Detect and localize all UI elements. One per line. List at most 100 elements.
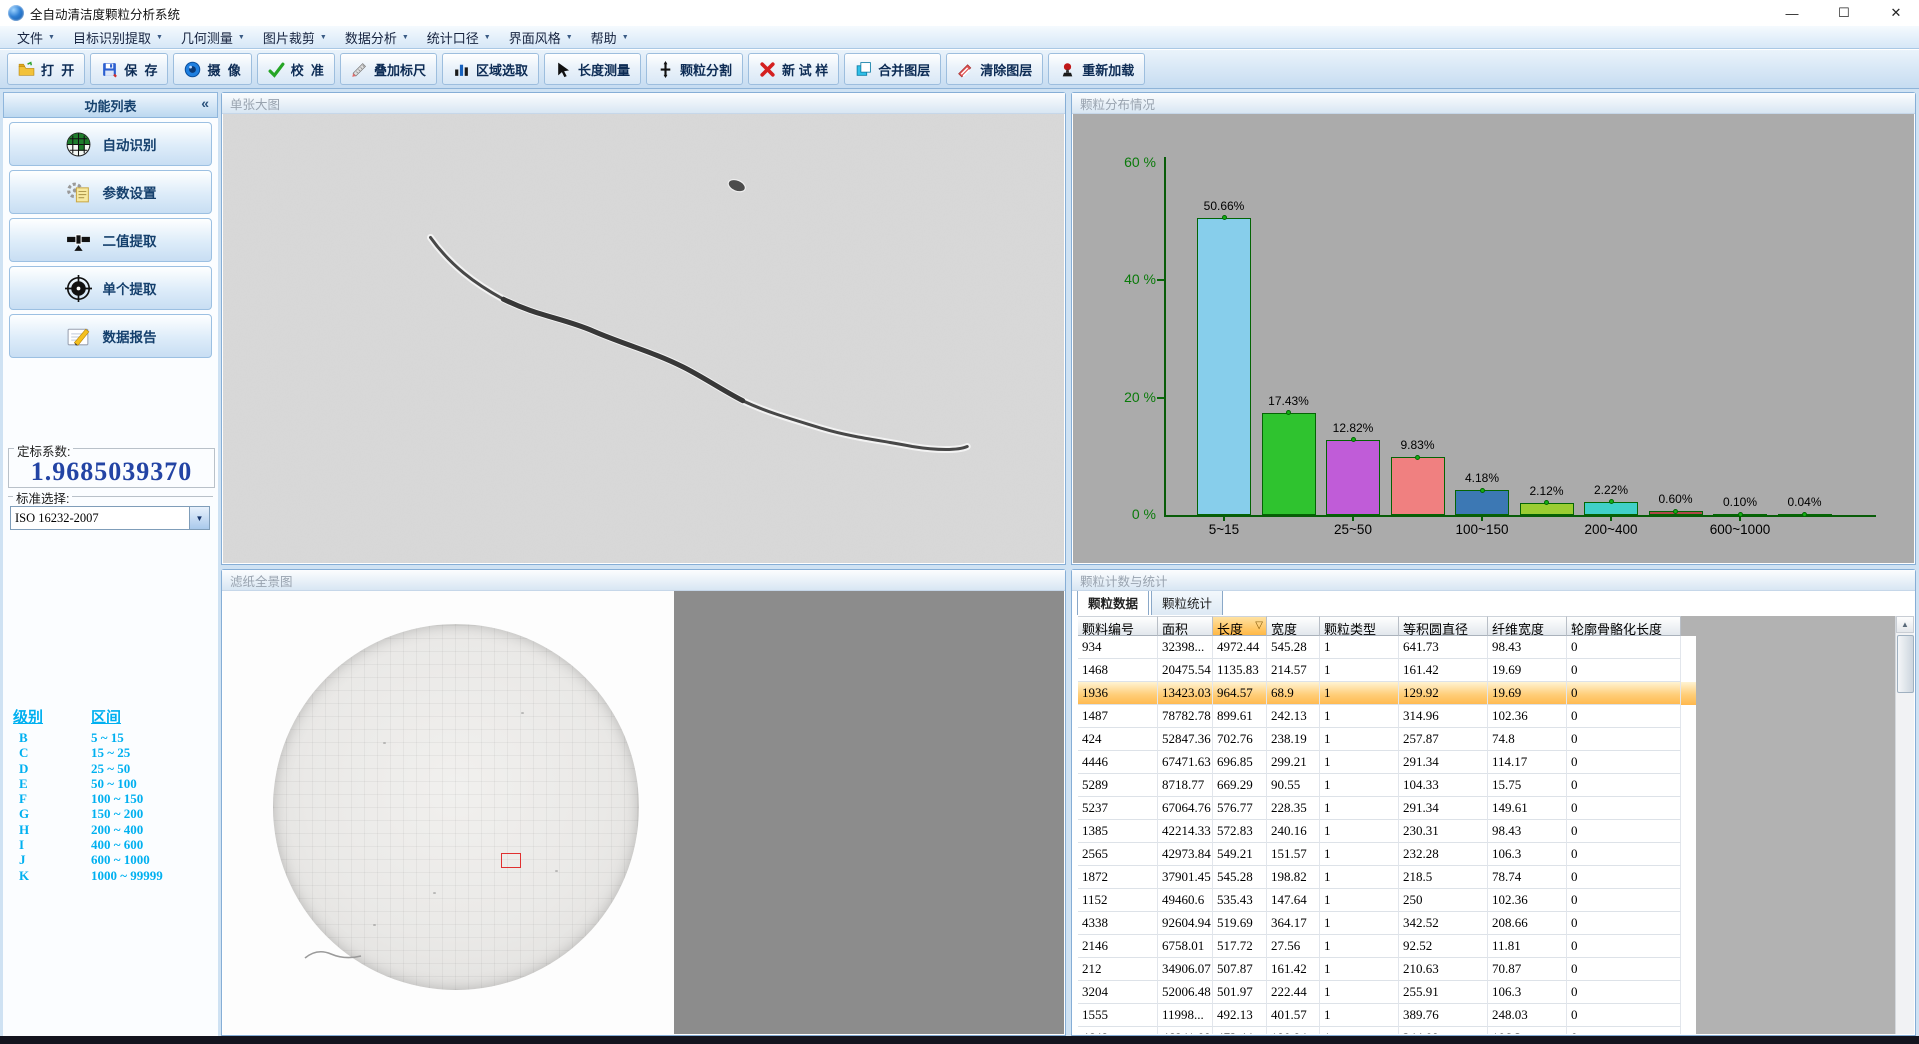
y-tick-label: 0 %: [1098, 507, 1156, 522]
table-row[interactable]: 52898718.77669.2990.551104.3315.750: [1078, 774, 1696, 797]
standard-label: 标准选择:: [13, 488, 72, 507]
x-tick-mark: [1610, 517, 1612, 521]
table-cell: 0: [1567, 751, 1681, 774]
toolbar-button-label: 区域选取: [476, 60, 528, 79]
table-cell: 1555: [1078, 1004, 1158, 1027]
table-row[interactable]: 148778782.78899.61242.131314.96102.360: [1078, 705, 1696, 728]
x-tick-label: 25~50: [1308, 522, 1398, 537]
level-row: J600 ~ 1000: [13, 852, 213, 867]
column-header[interactable]: 颗料编号: [1078, 616, 1158, 636]
table-row[interactable]: 193613423.03964.5768.91129.9219.690: [1078, 682, 1696, 705]
table-cell: 576.77: [1213, 797, 1267, 820]
level-row: B5 ~ 15: [13, 730, 213, 745]
chevron-down-icon: ▼: [402, 34, 409, 41]
table-cell: 4648: [1078, 1027, 1158, 1034]
column-header[interactable]: 宽度: [1267, 616, 1320, 636]
table-cell: 507.87: [1213, 958, 1267, 981]
table-row[interactable]: 21234906.07507.87161.421210.6370.870: [1078, 958, 1696, 981]
minimize-button[interactable]: —: [1779, 3, 1805, 23]
standard-select[interactable]: ISO 16232-2007 ▼: [10, 506, 210, 530]
tab-particle-data[interactable]: 颗粒数据: [1077, 591, 1149, 615]
chevron-down-icon: ▼: [484, 34, 491, 41]
menu-item-label: 界面风格: [509, 28, 561, 47]
chevron-down-icon: ▼: [320, 34, 327, 41]
table-cell: 244.09: [1399, 1027, 1488, 1034]
window-bottom-edge: [0, 1036, 1919, 1044]
toolbar-button-clear-layers[interactable]: 清除图层: [946, 53, 1043, 85]
level-row: G150 ~ 200: [13, 806, 213, 821]
table-cell: 545.28: [1213, 866, 1267, 889]
menu-item-4[interactable]: 图片裁剪▼: [254, 26, 336, 49]
column-header[interactable]: 纤维宽度: [1488, 616, 1567, 636]
table-row[interactable]: 115249460.6535.43147.641250102.360: [1078, 889, 1696, 912]
menu-item-5[interactable]: 数据分析▼: [336, 26, 418, 49]
table-row[interactable]: 523767064.76576.77228.351291.34149.610: [1078, 797, 1696, 820]
toolbar-button-new-sample[interactable]: 新 试 样: [748, 53, 839, 85]
table-row[interactable]: 433892604.94519.69364.171342.52208.660: [1078, 912, 1696, 935]
filter-paper-view[interactable]: [223, 591, 674, 1034]
table-row[interactable]: 256542973.84549.21151.571232.28106.30: [1078, 843, 1696, 866]
toolbar-button-merge-layers[interactable]: 合并图层: [844, 53, 941, 85]
table-row[interactable]: 21466758.01517.7227.56192.5211.810: [1078, 935, 1696, 958]
table-cell: 161.42: [1267, 958, 1320, 981]
menu-item-3[interactable]: 几何测量▼: [172, 26, 254, 49]
table-row[interactable]: 320452006.48501.97222.441255.91106.30: [1078, 981, 1696, 1004]
toolbar-button-ruler-overlay[interactable]: 叠加标尺: [340, 53, 437, 85]
column-header[interactable]: 面积: [1158, 616, 1213, 636]
column-header[interactable]: 颗粒类型: [1320, 616, 1399, 636]
sidebar-button-binary-extract[interactable]: 二值提取: [9, 218, 212, 262]
sidebar-button-single-extract[interactable]: 单个提取: [9, 266, 212, 310]
sidebar-button-auto-recognize[interactable]: 自动识别: [9, 122, 212, 166]
menu-item-6[interactable]: 统计口径▼: [418, 26, 500, 49]
toolbar-button-particle-split[interactable]: 颗粒分割: [646, 53, 743, 85]
table-cell: 68.9: [1267, 682, 1320, 705]
panel-filter-overview-title: 滤纸全景图: [230, 571, 293, 590]
toolbar-button-calibrate-check[interactable]: 校 准: [257, 53, 335, 85]
x-tick-label: 5~15: [1179, 522, 1269, 537]
column-header[interactable]: 等积圆直径: [1399, 616, 1488, 636]
toolbar-button-region-select[interactable]: 区域选取: [442, 53, 539, 85]
column-header[interactable]: 轮廓骨骼化长度: [1567, 616, 1681, 636]
close-button[interactable]: ✕: [1883, 3, 1909, 23]
range-cell: 5 ~ 15: [91, 730, 124, 745]
scroll-up-icon[interactable]: ▲: [1896, 616, 1914, 633]
table-row[interactable]: 93432398...4972.44545.281641.7398.430: [1078, 636, 1696, 659]
tab-particle-stats[interactable]: 颗粒统计: [1151, 591, 1223, 615]
chevron-down-icon[interactable]: ▼: [189, 507, 209, 529]
table-cell: 1468: [1078, 659, 1158, 682]
table-row[interactable]: 42452847.36702.76238.191257.8774.80: [1078, 728, 1696, 751]
toolbar-button-open-folder[interactable]: 打 开: [7, 53, 85, 85]
menu-item-1[interactable]: 文件▼: [8, 26, 64, 49]
table-cell: 92.52: [1399, 935, 1488, 958]
menu-item-8[interactable]: 帮助▼: [582, 26, 638, 49]
toolbar-button-length-measure[interactable]: 长度测量: [544, 53, 641, 85]
sidebar-button-param-settings[interactable]: 参数设置: [9, 170, 212, 214]
table-cell: 0: [1567, 797, 1681, 820]
toolbar-button-reload[interactable]: 重新加载: [1048, 53, 1145, 85]
table-row[interactable]: 187237901.45545.28198.821218.578.740: [1078, 866, 1696, 889]
collapse-button[interactable]: «: [201, 95, 209, 111]
y-tick-label: 40 %: [1098, 272, 1156, 287]
table-scrollbar[interactable]: ▲: [1895, 616, 1914, 1034]
table-cell: 27.56: [1267, 935, 1320, 958]
table-row[interactable]: 444667471.63696.85299.211291.34114.170: [1078, 751, 1696, 774]
column-header[interactable]: 长度▽: [1213, 616, 1267, 636]
scrollbar-thumb[interactable]: [1897, 635, 1914, 693]
table-row[interactable]: 146820475.541135.83214.571161.4219.690: [1078, 659, 1696, 682]
table-row[interactable]: 155511998...492.13401.571389.76248.030: [1078, 1004, 1696, 1027]
merge-layers-icon: [855, 61, 872, 78]
table-row[interactable]: 138542214.33572.83240.161230.3198.430: [1078, 820, 1696, 843]
toolbar-button-camera[interactable]: 摄 像: [173, 53, 251, 85]
range-col-header: 区间: [91, 706, 121, 727]
table-cell: 472.44: [1213, 1027, 1267, 1034]
table-row[interactable]: 464846841.09472.44190.941244.09106.30: [1078, 1027, 1696, 1034]
toolbar-button-label: 校 准: [291, 60, 324, 79]
toolbar-button-label: 保 存: [124, 60, 157, 79]
maximize-button[interactable]: ☐: [1831, 3, 1857, 23]
menu-item-7[interactable]: 界面风格▼: [500, 26, 582, 49]
toolbar-button-save-floppy[interactable]: 保 存: [90, 53, 168, 85]
sidebar-button-data-report[interactable]: 数据报告: [9, 314, 212, 358]
menu-item-2[interactable]: 目标识别提取▼: [64, 26, 172, 49]
window-title: 全自动清洁度颗粒分析系统: [30, 4, 180, 23]
single-image-view[interactable]: [223, 114, 1064, 563]
